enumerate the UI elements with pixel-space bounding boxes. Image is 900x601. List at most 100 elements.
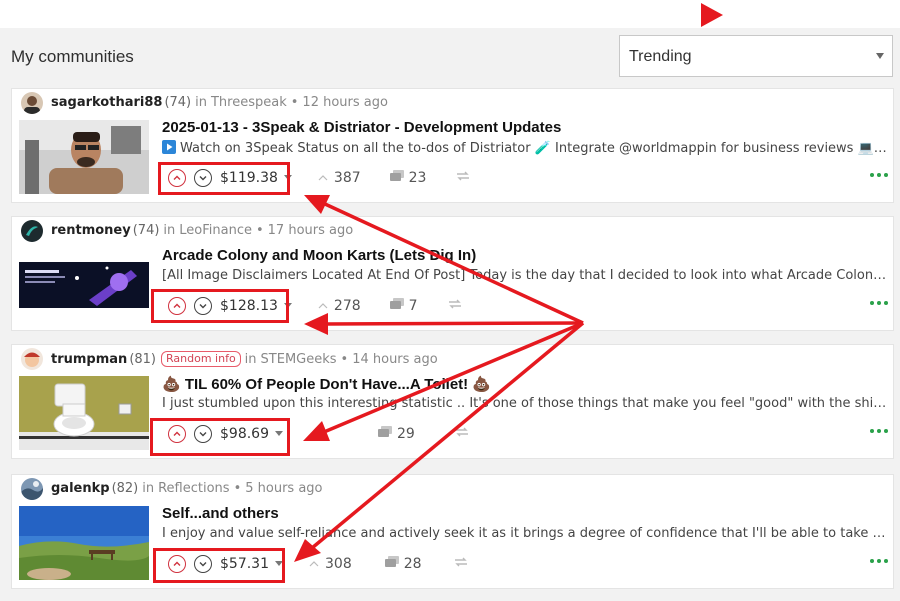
post-actions: $98.69 29 [162,421,888,447]
meta-separator: • [340,351,349,367]
post-thumbnail[interactable] [19,506,149,580]
post-meta: galenkp (82) in Reflections • 5 hours ag… [51,481,323,496]
post-time: 14 hours ago [352,351,438,367]
reblog-icon[interactable] [456,170,470,186]
votes-count[interactable]: 278 [334,298,361,314]
reblog-icon[interactable] [455,426,469,442]
play-icon [162,140,176,154]
downvote-button[interactable] [194,555,212,573]
comments-icon[interactable] [384,555,400,573]
downvote-button[interactable] [194,169,212,187]
author-link[interactable]: trumpman [51,352,127,367]
downvote-button[interactable] [194,425,212,443]
post-actions: $128.13 278 7 [162,293,888,319]
post-summary-text: I just stumbled upon this interesting st… [162,396,887,411]
payout-caret-icon [275,431,283,436]
post-title[interactable]: 💩 TIL 60% Of People Don't Have...A Toile… [162,375,886,393]
votes-chevron-icon[interactable] [318,171,328,186]
payout-caret-icon [283,175,292,180]
post-summary[interactable]: Watch on 3Speak Status on all the to-dos… [162,140,887,156]
more-options-icon[interactable] [870,173,888,179]
more-options-icon[interactable] [870,301,888,307]
comments-icon[interactable] [389,169,405,187]
post-summary[interactable]: I enjoy and value self-reliance and acti… [162,526,887,541]
comments-count[interactable]: 23 [409,170,427,186]
post-time: 5 hours ago [245,481,323,496]
votes-chevron-icon[interactable] [309,427,319,442]
post-title[interactable]: 2025-01-13 - 3Speak & Distriator - Devel… [162,119,886,136]
avatar[interactable] [21,478,43,500]
post-thumbnail[interactable] [19,120,149,194]
reblog-icon[interactable] [448,298,462,314]
page-title: My communities [11,47,134,66]
post-summary[interactable]: I just stumbled upon this interesting st… [162,396,887,411]
author-link[interactable]: galenkp [51,481,110,496]
in-label: in [142,481,155,496]
post-summary-text: [All Image Disclaimers Located At End Of… [162,268,887,283]
votes-chevron-icon[interactable] [318,299,328,314]
in-label: in [163,223,176,238]
payout-amount: $98.69 [220,426,269,442]
community-link[interactable]: Threespeak [211,95,287,110]
avatar[interactable] [21,348,43,370]
author-reputation: (81) [129,351,156,367]
post-title[interactable]: Arcade Colony and Moon Karts (Lets Dig I… [162,247,886,264]
post-card: sagarkothari88 (74) in Threespeak • 12 h… [11,88,894,203]
post-meta: trumpman (81) Random info in STEMGeeks •… [51,351,438,367]
post-summary-text: I enjoy and value self-reliance and acti… [162,526,887,541]
payout-amount: $119.38 [220,170,278,186]
author-link[interactable]: sagarkothari88 [51,95,162,110]
payout-amount: $128.13 [220,298,278,314]
comments-count[interactable]: 7 [409,298,418,314]
post-summary[interactable]: [All Image Disclaimers Located At End Of… [162,268,887,283]
in-label: in [244,351,257,367]
post-thumbnail[interactable] [19,248,149,322]
comments-icon[interactable] [389,297,405,315]
payout-caret-icon [275,561,283,566]
post-time: 17 hours ago [267,223,354,238]
payout-value[interactable]: $128.13 [220,298,292,314]
post-actions: $57.31 308 28 [162,551,888,577]
payout-amount: $57.31 [220,556,269,572]
post-card: galenkp (82) in Reflections • 5 hours ag… [11,474,894,589]
meta-separator: • [290,95,299,110]
author-reputation: (74) [164,95,192,110]
comments-icon[interactable] [377,425,393,443]
comments-count[interactable]: 28 [404,556,422,572]
upvote-button[interactable] [168,169,186,187]
author-reputation: (82) [111,481,139,496]
community-role-badge: Random info [161,351,241,367]
post-card: trumpman (81) Random info in STEMGeeks •… [11,344,894,459]
community-link[interactable]: Reflections [158,481,229,496]
upvote-button[interactable] [168,297,186,315]
more-options-icon[interactable] [870,429,888,435]
reblog-icon[interactable] [454,556,468,572]
payout-value[interactable]: $98.69 [220,426,283,442]
post-time: 12 hours ago [302,95,388,110]
payout-value[interactable]: $57.31 [220,556,283,572]
post-thumbnail[interactable] [19,376,149,450]
post-actions: $119.38 387 23 [162,165,888,191]
author-link[interactable]: rentmoney [51,223,131,238]
payout-value[interactable]: $119.38 [220,170,292,186]
in-label: in [195,95,207,110]
sort-dropdown[interactable]: Trending [619,35,893,77]
chevron-down-icon [876,53,884,59]
downvote-button[interactable] [194,297,212,315]
community-link[interactable]: LeoFinance [179,223,252,238]
upvote-button[interactable] [168,555,186,573]
top-strip [0,0,900,28]
community-link[interactable]: STEMGeeks [261,352,337,367]
votes-count[interactable]: 387 [334,170,361,186]
post-title[interactable]: Self...and others [162,505,886,522]
more-options-icon[interactable] [870,559,888,565]
upvote-button[interactable] [168,425,186,443]
avatar[interactable] [21,220,43,242]
comments-count[interactable]: 29 [397,426,415,442]
payout-caret-icon [283,303,292,308]
votes-chevron-icon[interactable] [309,557,319,572]
post-meta: sagarkothari88 (74) in Threespeak • 12 h… [51,95,388,110]
avatar[interactable] [21,92,43,114]
votes-count[interactable]: 308 [325,556,352,572]
post-meta: rentmoney (74) in LeoFinance • 17 hours … [51,223,353,238]
